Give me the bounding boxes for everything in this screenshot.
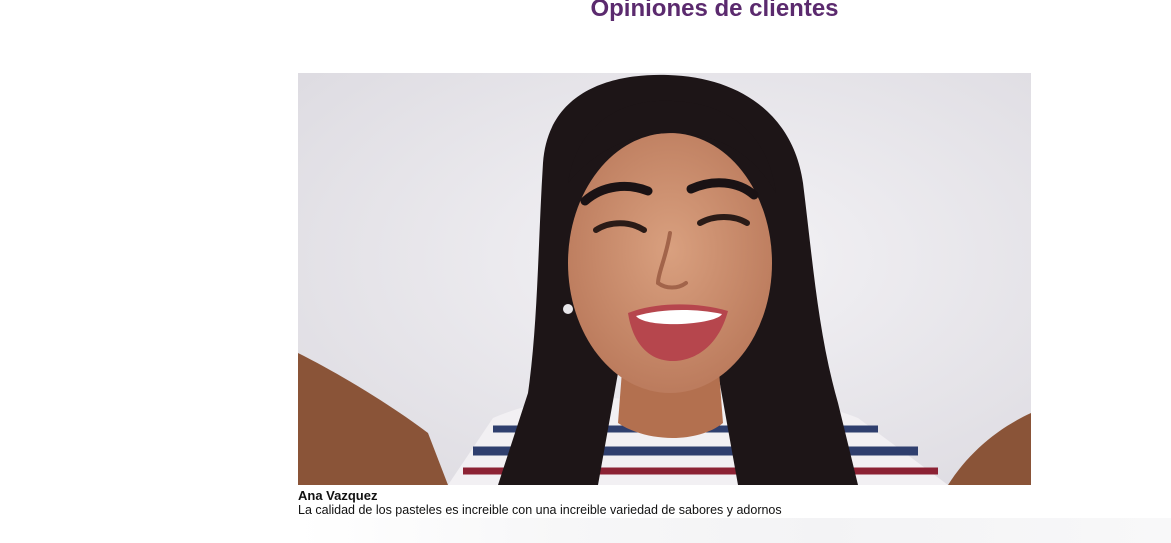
page: Opiniones de clientes Ana Vazquez La cal… xyxy=(0,0,1171,543)
customer-photo xyxy=(298,73,1031,485)
testimonial-card: Ana Vazquez La calidad de los pasteles e… xyxy=(298,73,1031,518)
testimonial-author: Ana Vazquez xyxy=(298,488,378,503)
customer-photo-illustration xyxy=(298,73,1031,485)
section-title: Opiniones de clientes xyxy=(590,0,839,22)
background-pattern xyxy=(298,518,1171,543)
testimonial-quote: La calidad de los pasteles es increible … xyxy=(298,503,782,517)
